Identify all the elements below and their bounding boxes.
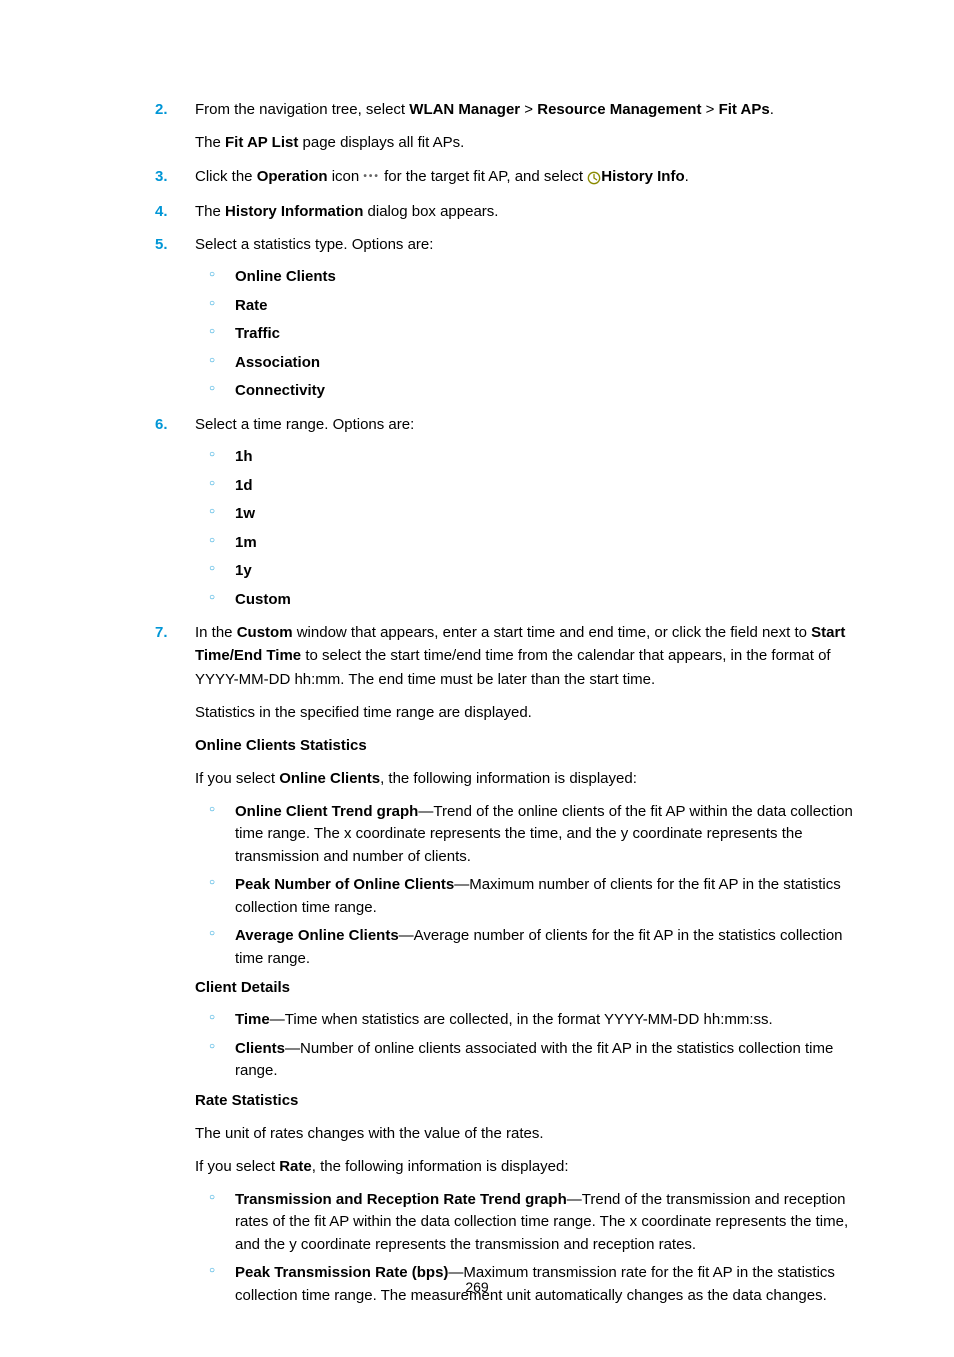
step-body: In the Custom window that appears, enter… — [195, 621, 854, 1307]
step-2: 2. From the navigation tree, select WLAN… — [155, 98, 854, 155]
step-line: In the Custom window that appears, enter… — [195, 621, 854, 691]
step-number: 5. — [155, 233, 168, 256]
step-number: 4. — [155, 200, 168, 223]
list-item: 1y — [195, 560, 854, 583]
step-line: From the navigation tree, select WLAN Ma… — [195, 98, 854, 121]
step-5: 5. Select a statistics type. Options are… — [155, 233, 854, 403]
list-item: Traffic — [195, 323, 854, 346]
step-body: Select a statistics type. Options are: O… — [195, 233, 854, 403]
section-heading: Client Details — [195, 976, 854, 999]
step-line: Select a time range. Options are: — [195, 413, 854, 436]
option-list: Online Clients Rate Traffic Association … — [195, 266, 854, 403]
detail-list: Time—Time when statistics are collected,… — [195, 1009, 854, 1083]
step-line: If you select Rate, the following inform… — [195, 1155, 854, 1178]
numbered-steps: 2. From the navigation tree, select WLAN… — [155, 98, 854, 1307]
list-item: Peak Number of Online Clients—Maximum nu… — [195, 874, 854, 919]
list-item: Rate — [195, 295, 854, 318]
step-body: Select a time range. Options are: 1h 1d … — [195, 413, 854, 611]
step-body: From the navigation tree, select WLAN Ma… — [195, 98, 854, 155]
list-item: Time—Time when statistics are collected,… — [195, 1009, 854, 1032]
list-item: Average Online Clients—Average number of… — [195, 925, 854, 970]
step-number: 6. — [155, 413, 168, 436]
step-number: 3. — [155, 165, 168, 188]
list-item: Association — [195, 352, 854, 375]
list-item: 1h — [195, 446, 854, 469]
step-body: Click the Operation icon ••• for the tar… — [195, 165, 854, 190]
step-number: 7. — [155, 621, 168, 644]
document-page: 2. From the navigation tree, select WLAN… — [0, 0, 954, 1357]
step-line: The unit of rates changes with the value… — [195, 1122, 854, 1145]
page-number: 269 — [0, 1279, 954, 1295]
section-heading: Online Clients Statistics — [195, 734, 854, 757]
step-line: Statistics in the specified time range a… — [195, 701, 854, 724]
list-item: Online Clients — [195, 266, 854, 289]
list-item: Clients—Number of online clients associa… — [195, 1038, 854, 1083]
option-list: 1h 1d 1w 1m 1y Custom — [195, 446, 854, 611]
list-item: Transmission and Reception Rate Trend gr… — [195, 1189, 854, 1257]
list-item: Connectivity — [195, 380, 854, 403]
section-heading: Rate Statistics — [195, 1089, 854, 1112]
list-item: 1d — [195, 475, 854, 498]
list-item: Online Client Trend graph—Trend of the o… — [195, 801, 854, 869]
list-item: Custom — [195, 589, 854, 612]
list-item: 1w — [195, 503, 854, 526]
step-3: 3. Click the Operation icon ••• for the … — [155, 165, 854, 190]
step-line: The History Information dialog box appea… — [195, 200, 854, 223]
more-icon: ••• — [363, 169, 380, 185]
step-line: If you select Online Clients, the follow… — [195, 767, 854, 790]
step-6: 6. Select a time range. Options are: 1h … — [155, 413, 854, 611]
list-item: 1m — [195, 532, 854, 555]
step-line: The Fit AP List page displays all fit AP… — [195, 131, 854, 154]
step-body: The History Information dialog box appea… — [195, 200, 854, 223]
step-line: Click the Operation icon ••• for the tar… — [195, 165, 854, 190]
step-line: Select a statistics type. Options are: — [195, 233, 854, 256]
history-icon — [587, 167, 601, 190]
step-7: 7. In the Custom window that appears, en… — [155, 621, 854, 1307]
step-4: 4. The History Information dialog box ap… — [155, 200, 854, 223]
step-number: 2. — [155, 98, 168, 121]
detail-list: Online Client Trend graph—Trend of the o… — [195, 801, 854, 971]
